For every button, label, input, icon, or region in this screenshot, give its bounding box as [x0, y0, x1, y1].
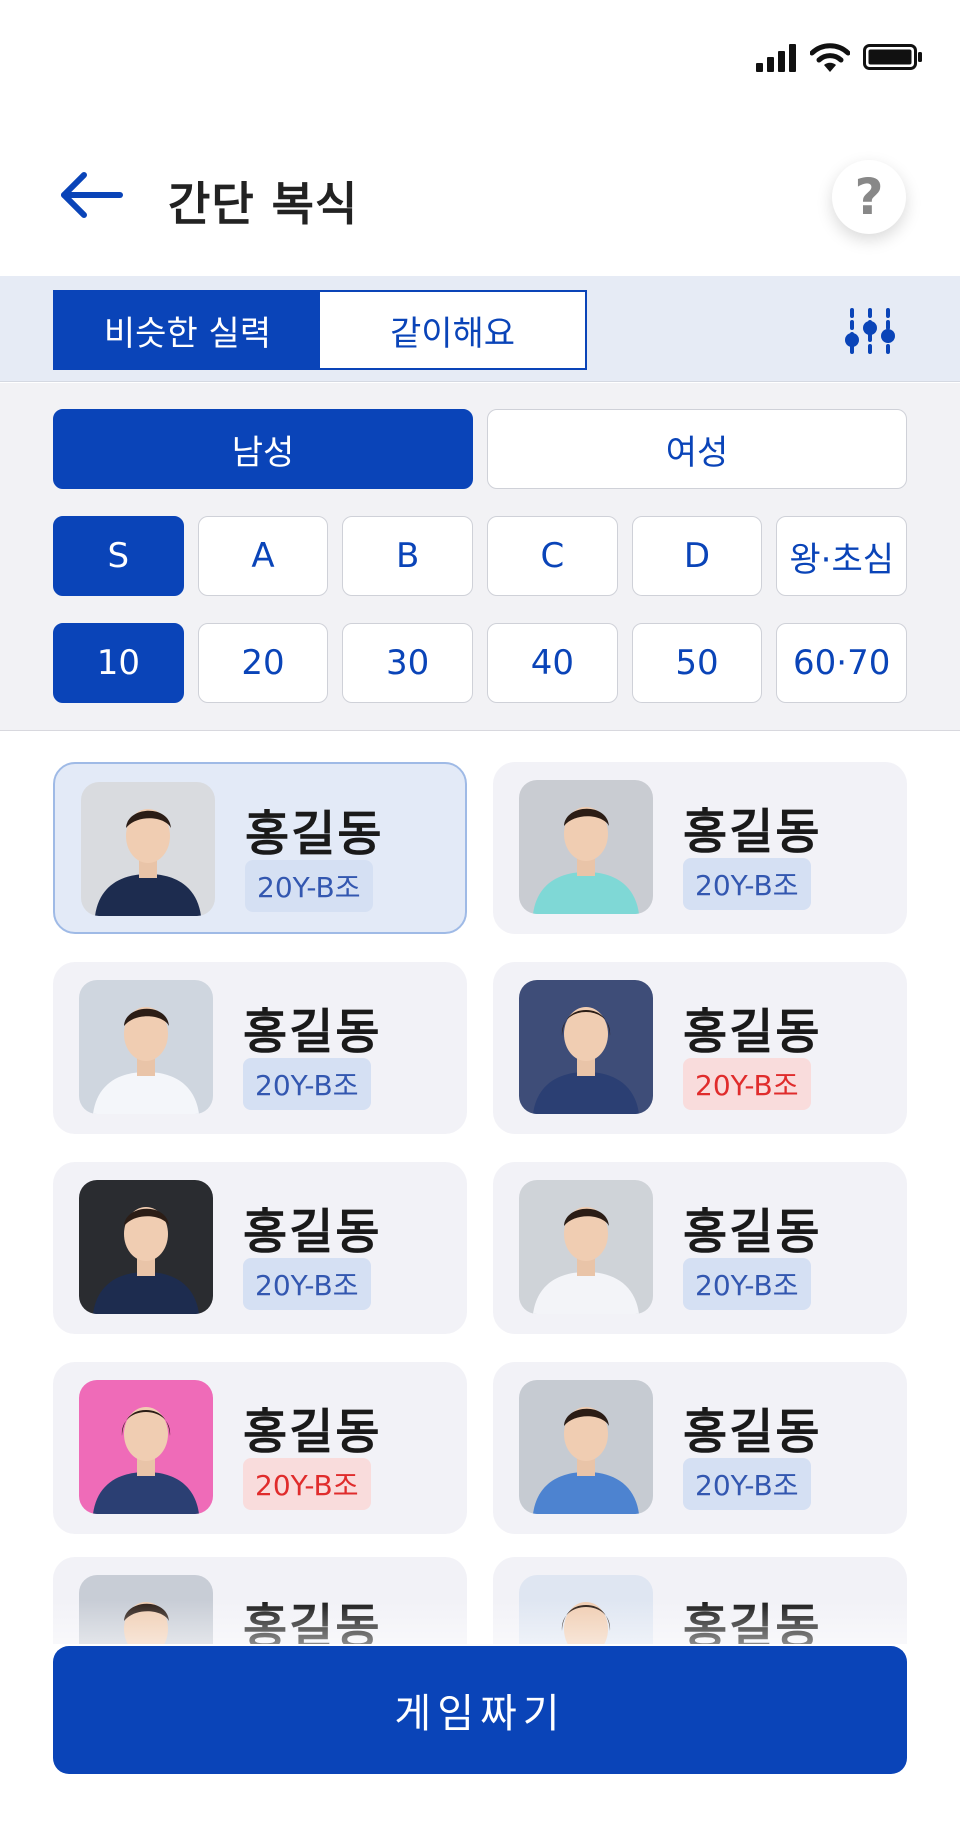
player-photo — [79, 1180, 213, 1314]
player-group-badge: 20Y-B조 — [243, 1458, 371, 1510]
player-photo — [519, 780, 653, 914]
player-card[interactable]: 홍길동 20Y-B조 — [53, 1162, 467, 1334]
grade-selector: S A B C D 왕·초심 — [53, 516, 908, 596]
player-group-badge: 20Y-B조 — [683, 1058, 811, 1110]
age-chip-40[interactable]: 40 — [487, 623, 618, 703]
player-card[interactable]: 홍길동 20Y-B조 — [493, 762, 907, 934]
age-chip-10[interactable]: 10 — [53, 623, 184, 703]
player-group-badge: 20Y-B조 — [683, 858, 811, 910]
make-game-button[interactable]: 게임짜기 — [53, 1646, 907, 1774]
gender-female-button[interactable]: 여성 — [487, 409, 907, 489]
mode-bar: 비슷한 실력 같이해요 — [0, 276, 960, 382]
player-photo — [79, 1380, 213, 1514]
player-name: 홍길동 — [243, 1204, 382, 1260]
cellular-signal-icon — [756, 44, 798, 72]
player-photo — [519, 1380, 653, 1514]
player-group-badge: 20Y-B조 — [243, 1258, 371, 1310]
grade-chip-b[interactable]: B — [342, 516, 474, 596]
player-name: 홍길동 — [683, 804, 822, 860]
player-photo — [81, 782, 215, 916]
player-group-badge: 20Y-B조 — [683, 1258, 811, 1310]
player-photo — [79, 980, 213, 1114]
grade-chip-d[interactable]: D — [631, 516, 763, 596]
filter-sliders-icon[interactable] — [840, 306, 900, 362]
battery-icon — [863, 44, 922, 70]
player-card[interactable]: 홍길동 20Y-B조 — [493, 962, 907, 1134]
tab-play-together[interactable]: 같이해요 — [320, 292, 585, 368]
filter-panel: 남성 여성 S A B C D 왕·초심 10 20 30 40 50 60·7… — [0, 383, 960, 731]
player-group-badge: 20Y-B조 — [243, 1058, 371, 1110]
back-arrow-icon[interactable] — [56, 170, 126, 220]
player-name: 홍길동 — [245, 806, 384, 862]
page-title: 간단 복식 — [168, 177, 359, 231]
tab-similar-skill[interactable]: 비슷한 실력 — [55, 292, 320, 368]
grade-chip-s[interactable]: S — [53, 516, 184, 596]
player-card[interactable]: 홍길동 20Y-B조 — [53, 1362, 467, 1534]
wifi-icon — [810, 43, 850, 72]
status-bar — [0, 0, 960, 110]
player-card[interactable]: 홍길동 20Y-B조 — [53, 962, 467, 1134]
grade-chip-a[interactable]: A — [197, 516, 329, 596]
grade-chip-beginner[interactable]: 왕·초심 — [776, 516, 908, 596]
player-photo — [519, 1180, 653, 1314]
mode-tabs: 비슷한 실력 같이해요 — [53, 290, 587, 370]
player-name: 홍길동 — [243, 1404, 382, 1460]
player-card[interactable]: 홍길동 20Y-B조 — [53, 762, 467, 934]
age-chip-60-70[interactable]: 60·70 — [776, 623, 908, 703]
player-name: 홍길동 — [683, 1004, 822, 1060]
gender-selector: 남성 여성 — [53, 409, 907, 489]
help-button[interactable]: ? — [832, 160, 906, 234]
player-card[interactable]: 홍길동 20Y-B조 — [493, 1162, 907, 1334]
player-group-badge: 20Y-B조 — [683, 1458, 811, 1510]
player-list: 홍길동 20Y-B조 홍길동 20Y-B조 홍길동 20Y-B조 홍길동 20Y… — [53, 762, 907, 1644]
age-chip-30[interactable]: 30 — [342, 623, 474, 703]
gender-male-button[interactable]: 남성 — [53, 409, 473, 489]
age-chip-20[interactable]: 20 — [197, 623, 329, 703]
age-chip-50[interactable]: 50 — [631, 623, 763, 703]
player-card[interactable]: 홍길동 20Y-B조 — [493, 1362, 907, 1534]
player-name: 홍길동 — [243, 1004, 382, 1060]
player-name: 홍길동 — [683, 1204, 822, 1260]
grade-chip-c[interactable]: C — [487, 516, 618, 596]
player-photo — [519, 980, 653, 1114]
app-header: 간단 복식 ? — [0, 150, 960, 240]
player-group-badge: 20Y-B조 — [245, 860, 373, 912]
player-name: 홍길동 — [683, 1404, 822, 1460]
age-selector: 10 20 30 40 50 60·70 — [53, 623, 908, 703]
